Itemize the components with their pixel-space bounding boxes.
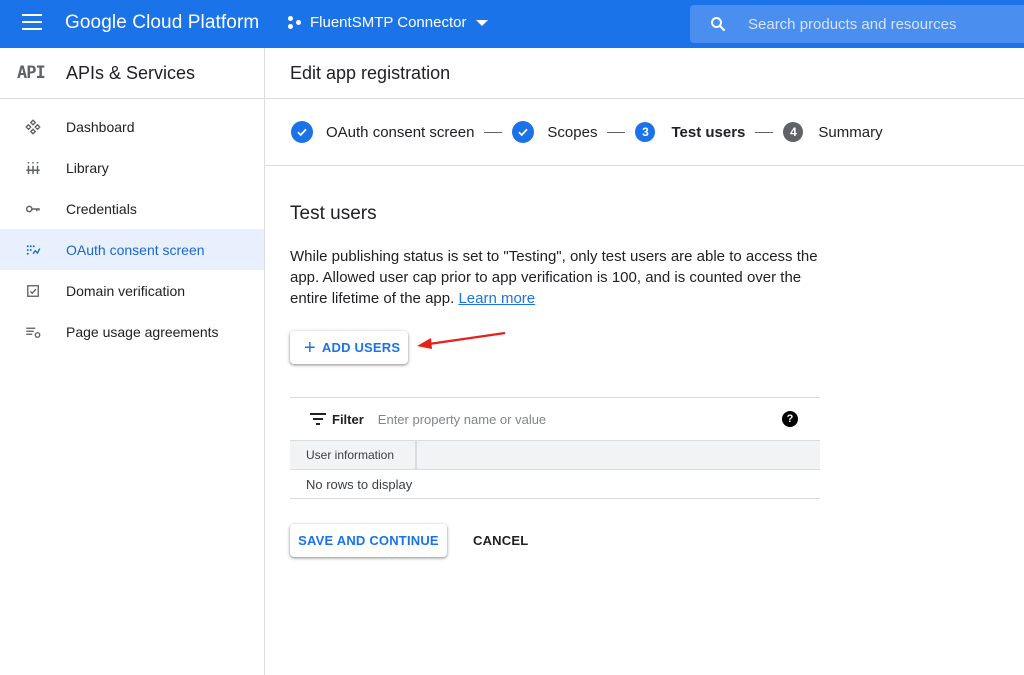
sidebar: API APIs & Services Dashboard Library Cr… [0,48,265,675]
sidebar-item-oauth-consent-screen[interactable]: OAuth consent screen [0,229,264,270]
project-icon [288,15,302,30]
sidebar-title: APIs & Services [66,62,196,83]
brand-title[interactable]: Google Cloud Platform [65,12,259,34]
form-actions: SAVE AND CONTINUE CANCEL [290,524,1024,557]
plus-icon: + [304,336,316,359]
step-label: Summary [818,123,883,141]
section-description: While publishing status is set to "Testi… [290,246,830,309]
sidebar-item-label: Library [66,159,109,176]
step-number: 4 [783,122,804,142]
check-circle-icon [512,121,535,143]
search-icon [709,15,727,33]
top-app-bar: Google Cloud Platform FluentSMTP Connect… [0,0,1024,48]
library-icon [0,159,66,177]
description-text: While publishing status is set to "Testi… [290,248,818,307]
page-title: Edit app registration [265,48,1024,99]
step-number: 3 [635,122,656,142]
search-input[interactable] [748,15,1008,33]
step-label: OAuth consent screen [326,123,475,141]
stepper: OAuth consent screen Scopes 3 Test users… [265,99,1024,166]
sidebar-item-library[interactable]: Library [0,147,264,188]
sidebar-item-dashboard[interactable]: Dashboard [0,106,264,147]
annotation-arrow [417,331,506,349]
filter-label: Filter [332,411,364,427]
api-logo: API [17,63,46,83]
sidebar-item-page-usage-agreements[interactable]: Page usage agreements [0,311,264,352]
sidebar-item-label: Page usage agreements [66,323,219,340]
cancel-button[interactable]: CANCEL [473,533,528,548]
step-divider [484,131,503,133]
check-circle-icon [291,121,313,143]
project-selector[interactable]: FluentSMTP Connector [288,14,489,31]
test-users-table: Filter ? User information No rows to dis… [290,397,820,499]
add-users-label: ADD USERS [321,340,401,355]
filter-bar: Filter ? [290,398,820,440]
column-header-user-information[interactable]: User information [290,441,417,469]
table-header: User information [290,440,820,470]
step-summary[interactable]: 4 Summary [783,122,883,142]
dashboard-icon [0,118,66,136]
sidebar-item-label: Dashboard [66,118,135,135]
menu-icon[interactable] [22,14,42,30]
project-name: FluentSMTP Connector [310,14,467,31]
empty-state: No rows to display [290,470,820,499]
checkbox-icon [0,282,66,300]
step-label: Scopes [547,123,598,141]
help-icon[interactable]: ? [782,411,798,427]
sidebar-item-label: OAuth consent screen [66,241,205,258]
step-scopes[interactable]: Scopes [512,121,597,143]
caret-down-icon [476,19,489,26]
settings-list-icon [0,323,66,341]
sidebar-item-domain-verification[interactable]: Domain verification [0,270,264,311]
sidebar-header: API APIs & Services [0,48,264,99]
search-box[interactable] [690,5,1024,43]
sidebar-item-credentials[interactable]: Credentials [0,188,264,229]
key-icon [0,200,66,218]
learn-more-link[interactable]: Learn more [458,290,535,307]
step-divider [755,131,774,133]
add-users-button[interactable]: + ADD USERS [290,331,408,364]
main-content: Edit app registration OAuth consent scre… [265,48,1024,675]
filter-input[interactable] [377,411,758,427]
sidebar-item-label: Credentials [66,200,137,217]
step-test-users[interactable]: 3 Test users [635,122,745,142]
consent-icon [0,241,66,259]
section-title: Test users [290,203,377,224]
step-oauth-consent-screen[interactable]: OAuth consent screen [291,121,474,143]
step-divider [607,131,626,133]
step-label: Test users [671,123,746,141]
sidebar-item-label: Domain verification [66,282,186,299]
filter-icon [310,413,326,425]
save-and-continue-button[interactable]: SAVE AND CONTINUE [290,524,447,557]
